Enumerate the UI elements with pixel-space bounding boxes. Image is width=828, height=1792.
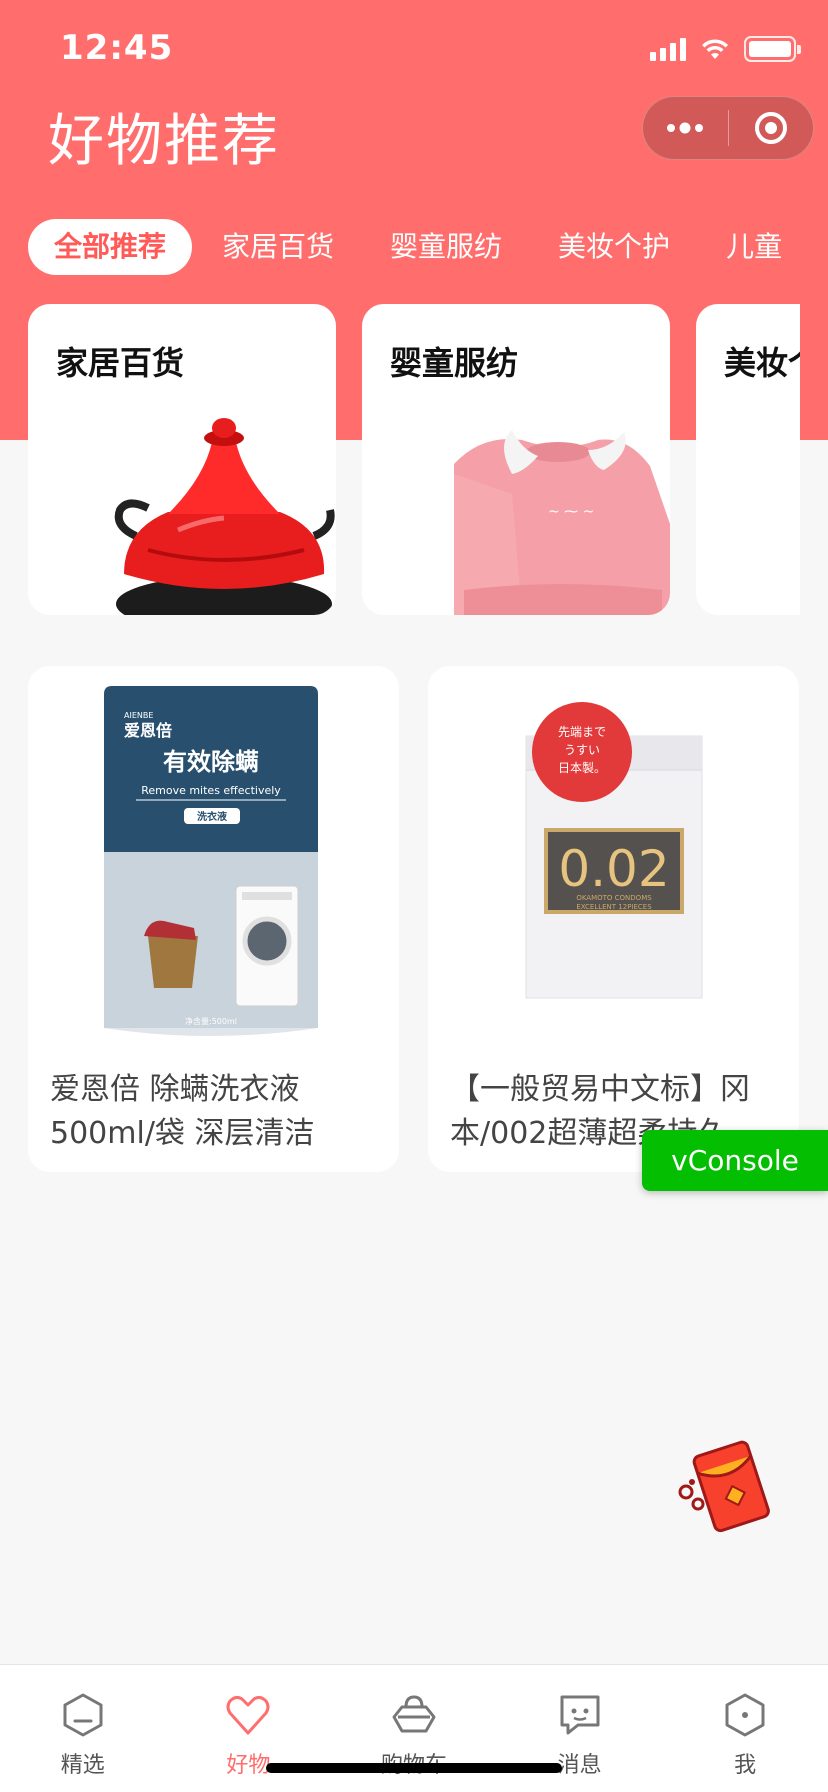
category-tabs: 全部推荐 家居百货 婴童服纺 美妆个护 儿童 xyxy=(28,219,828,275)
baby-bib-image: ~ ⁓ ~ xyxy=(454,430,670,615)
condom-box-image: 先端まで うすい 日本製。 0.02 OKAMOTO CONDOMS EXCEL… xyxy=(525,702,703,999)
category-card-beauty[interactable]: 美妆个 xyxy=(696,304,800,615)
bag-icon xyxy=(392,1695,436,1733)
category-card-home-goods[interactable]: 家居百货 xyxy=(28,304,336,615)
tabbar-label: 消息 xyxy=(557,1753,602,1778)
product-card[interactable]: AIENBE 爱恩倍 有效除螨 Remove mites effectively… xyxy=(28,666,399,1172)
image-value: 0.02 xyxy=(558,840,669,898)
tabbar-label: 我 xyxy=(734,1753,757,1778)
status-icons xyxy=(650,34,801,64)
hexagon-face-icon xyxy=(63,1693,103,1737)
page-title: 好物推荐 xyxy=(48,109,280,174)
tab-baby-apparel[interactable]: 婴童服纺 xyxy=(364,219,528,275)
more-dots-icon xyxy=(667,122,704,134)
image-stamp-line3: 日本製。 xyxy=(558,761,606,775)
target-icon xyxy=(754,112,787,144)
image-badge: 洗衣液 xyxy=(197,810,227,823)
tabbar-label: 好物 xyxy=(226,1753,271,1778)
image-stamp-line2: うすい xyxy=(564,743,600,757)
image-brand-en: AIENBE xyxy=(124,711,153,720)
product-card[interactable]: 先端まで うすい 日本製。 0.02 OKAMOTO CONDOMS EXCEL… xyxy=(428,666,799,1172)
signal-icon xyxy=(650,37,686,61)
tab-home-goods[interactable]: 家居百货 xyxy=(196,219,360,275)
home-indicator xyxy=(266,1763,562,1773)
image-tagline: Remove mites effectively xyxy=(141,784,281,797)
status-bar: 12:45 xyxy=(0,0,828,100)
image-caption2: EXCELLENT 12PIECES xyxy=(576,903,652,911)
image-headline: 有效除螨 xyxy=(163,748,259,776)
category-card-title: 美妆个 xyxy=(724,344,800,382)
more-button[interactable] xyxy=(643,97,728,159)
tabbar-item-featured[interactable]: 精选 xyxy=(0,1665,166,1792)
tagine-pot-image xyxy=(114,418,335,615)
mini-program-capsule xyxy=(642,96,814,160)
image-net: 净含量:500ml xyxy=(185,1016,237,1026)
svg-text:~ ⁓ ~: ~ ⁓ ~ xyxy=(548,504,594,520)
chat-icon xyxy=(560,1695,600,1735)
hexagon-dot-icon xyxy=(725,1693,765,1737)
vconsole-button[interactable]: vConsole xyxy=(642,1130,828,1191)
image-caption1: OKAMOTO CONDOMS xyxy=(576,894,652,902)
wifi-icon xyxy=(702,39,728,59)
laundry-detergent-image: AIENBE 爱恩倍 有效除螨 Remove mites effectively… xyxy=(104,686,318,1036)
close-button[interactable] xyxy=(729,97,814,159)
tab-kids[interactable]: 儿童 xyxy=(700,219,808,275)
status-time: 12:45 xyxy=(60,28,174,68)
tab-all[interactable]: 全部推荐 xyxy=(28,219,193,275)
tabbar-label: 精选 xyxy=(60,1753,105,1778)
battery-icon xyxy=(744,36,801,62)
category-cards: 家居百货 婴童服纺 ~ ⁓ ~ 美妆个 xyxy=(28,304,800,615)
image-brand: 爱恩倍 xyxy=(124,721,172,740)
heart-icon xyxy=(226,1695,270,1735)
tab-beauty[interactable]: 美妆个护 xyxy=(532,219,696,275)
red-packet-icon[interactable] xyxy=(676,1432,780,1538)
tabbar-item-me[interactable]: 我 xyxy=(662,1665,828,1792)
product-name: 爱恩倍 除螨洗衣液 500ml/袋 深层清洁 xyxy=(50,1072,315,1151)
image-stamp-line1: 先端まで xyxy=(558,725,606,739)
category-card-baby-apparel[interactable]: 婴童服纺 ~ ⁓ ~ xyxy=(362,304,670,615)
